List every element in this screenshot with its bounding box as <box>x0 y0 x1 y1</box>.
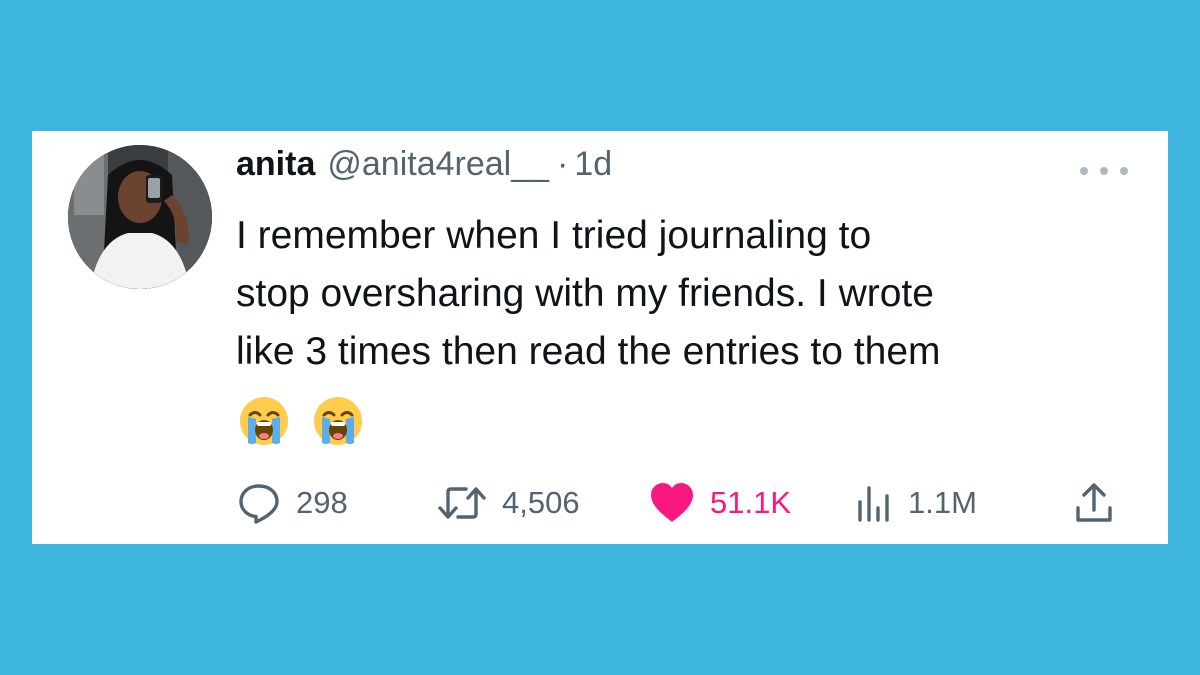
author-handle[interactable]: @anita4real__ <box>327 145 549 184</box>
views-button[interactable]: 1.1M <box>854 477 977 529</box>
loudly-crying-face-icon <box>240 397 288 445</box>
retweet-count: 4,506 <box>502 485 580 520</box>
share-button[interactable] <box>1072 477 1116 529</box>
bar-chart-icon <box>858 486 889 522</box>
tweet-card: anita @anita4real__ · 1d I remember when… <box>32 131 1168 544</box>
share-icon <box>1076 483 1112 522</box>
heart-icon <box>651 483 693 522</box>
avatar[interactable] <box>68 145 212 289</box>
reply-button[interactable]: 298 <box>236 477 348 529</box>
more-dots-icon[interactable] <box>1080 161 1128 181</box>
tweet-text: I remember when I tried journaling to st… <box>236 207 1136 381</box>
retweet-button[interactable]: 4,506 <box>436 477 580 529</box>
like-count: 51.1K <box>710 485 792 520</box>
tweet-actions: 298 4,506 51.1K 1.1M <box>236 477 1136 529</box>
tweet-text-line: I remember when I tried journaling to <box>236 214 872 257</box>
timestamp[interactable]: 1d <box>574 145 612 184</box>
tweet-text-line: stop oversharing with my friends. I wrot… <box>236 272 934 315</box>
loudly-crying-face-icon <box>314 397 362 445</box>
separator-dot: · <box>557 145 569 183</box>
author-name[interactable]: anita <box>236 145 315 184</box>
reply-count: 298 <box>296 485 348 520</box>
views-count: 1.1M <box>908 485 977 520</box>
retweet-icon <box>438 487 486 519</box>
emoji-row <box>238 395 364 447</box>
tweet-text-line: like 3 times then read the entries to th… <box>236 330 941 373</box>
speech-bubble-icon <box>239 484 279 524</box>
like-button[interactable]: 51.1K <box>648 477 791 529</box>
tweet-header: anita @anita4real__ · 1d <box>236 145 612 193</box>
